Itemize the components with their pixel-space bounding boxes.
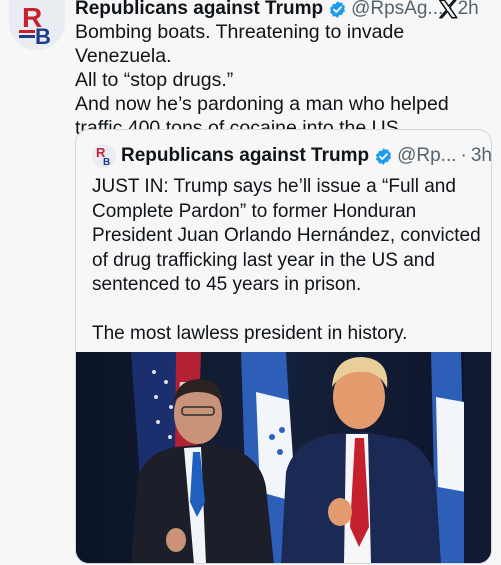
quote-body: JUST IN: Trump says he’ll issue a “Full … (92, 175, 484, 346)
quote-paragraph: JUST IN: Trump says he’ll issue a “Full … (92, 176, 481, 295)
author-avatar[interactable]: R B (9, 0, 65, 50)
quote-paragraph: The most lawless president in history. (92, 322, 408, 344)
verified-badge-icon (376, 147, 392, 165)
quote-media-photo[interactable] (76, 352, 491, 563)
author-name[interactable]: Republicans against Trump (75, 0, 323, 20)
quote-author-avatar[interactable]: R B (92, 144, 116, 168)
tweet-line: Bombing boats. Threatening to invade Ven… (75, 21, 405, 67)
quote-timestamp[interactable]: 3h (471, 144, 491, 168)
x-logo-icon (439, 0, 458, 19)
separator-dot: · (460, 145, 467, 166)
tweet-body: Bombing boats. Threatening to invade Ven… (75, 20, 495, 140)
quote-avatar-letter-b: B (103, 157, 110, 168)
quote-author-name[interactable]: Republicans against Trump (121, 144, 369, 168)
author-handle[interactable]: @RpsAg... (351, 0, 443, 20)
tweet-line: All to “stop drugs.” (75, 69, 234, 91)
avatar-letter-b: B (35, 24, 51, 49)
tweet-timestamp[interactable]: 2h (458, 0, 479, 20)
photo-two-men-flags-icon (76, 352, 491, 563)
rb-logo-icon: R B (92, 144, 116, 168)
quote-header: R B Republicans against Trump @Rp... · 3… (92, 144, 491, 168)
quoted-tweet[interactable]: R B Republicans against Trump @Rp... · 3… (75, 129, 492, 564)
verified-badge-icon (330, 0, 346, 18)
quote-author-handle[interactable]: @Rp... (397, 144, 456, 168)
rb-logo-icon: R B (9, 0, 65, 50)
tweet[interactable]: R B Republicans against Trump @RpsAg... … (0, 0, 501, 565)
